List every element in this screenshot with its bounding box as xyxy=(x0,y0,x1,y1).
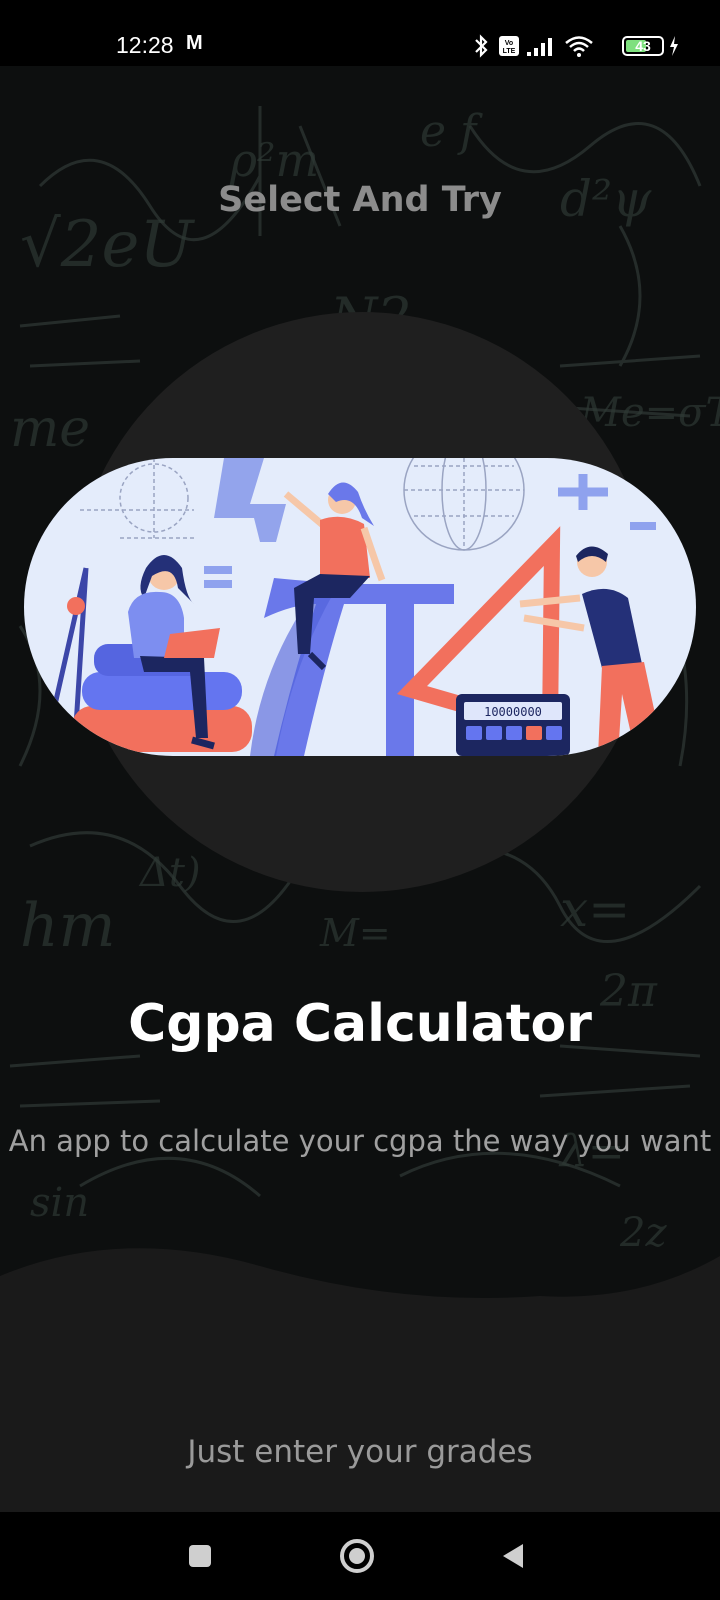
bluetooth-icon xyxy=(475,34,488,58)
onboarding-screen: √2eU ρ²m e f d²ψ Me=σT me N2 hm Δt) x= 2… xyxy=(0,66,720,1512)
svg-text:x=: x= xyxy=(560,880,630,938)
recents-button[interactable] xyxy=(178,1534,222,1578)
back-icon xyxy=(503,1544,523,1568)
home-icon xyxy=(340,1539,374,1573)
app-title: Cgpa Calculator xyxy=(128,994,592,1054)
charging-icon xyxy=(670,36,678,56)
svg-text:LTE: LTE xyxy=(503,48,516,55)
status-icons: Vo LTE 43 xyxy=(462,34,682,60)
header-title: Select And Try xyxy=(218,180,502,220)
app-subtitle: An app to calculate your cgpa the way yo… xyxy=(8,1124,712,1158)
battery-icon: 43 xyxy=(622,36,664,56)
carrier-icon: M xyxy=(186,32,203,54)
bottom-wave xyxy=(0,1248,720,1512)
home-button[interactable] xyxy=(335,1534,379,1578)
status-time: 12:28 xyxy=(116,32,174,58)
svg-text:me: me xyxy=(10,399,90,459)
recents-icon xyxy=(189,1545,211,1567)
svg-text:Δt): Δt) xyxy=(138,850,201,896)
back-button[interactable] xyxy=(492,1534,536,1578)
calculator-display: 10000000 xyxy=(484,705,542,719)
svg-text:ρ²m: ρ²m xyxy=(229,133,319,187)
svg-text:Vo: Vo xyxy=(505,40,513,47)
signal-icon xyxy=(527,38,552,56)
svg-text:M=: M= xyxy=(319,911,391,955)
battery-level: 43 xyxy=(635,38,651,54)
hero-illustration: 10000000 xyxy=(24,458,696,756)
svg-text:sin: sin xyxy=(30,1180,89,1226)
math-students-illustration: 10000000 xyxy=(49,458,664,756)
grades-hint: Just enter your grades xyxy=(187,1434,533,1470)
volte-icon: VoLTE xyxy=(499,36,519,56)
wifi-icon xyxy=(565,36,593,57)
svg-text:Me=σT: Me=σT xyxy=(579,390,720,436)
navigation-bar xyxy=(0,1512,720,1600)
svg-text:e f: e f xyxy=(420,106,483,157)
status-bar: 12:28 M Vo LTE 43 xyxy=(0,0,720,66)
svg-text:hm: hm xyxy=(20,891,116,961)
